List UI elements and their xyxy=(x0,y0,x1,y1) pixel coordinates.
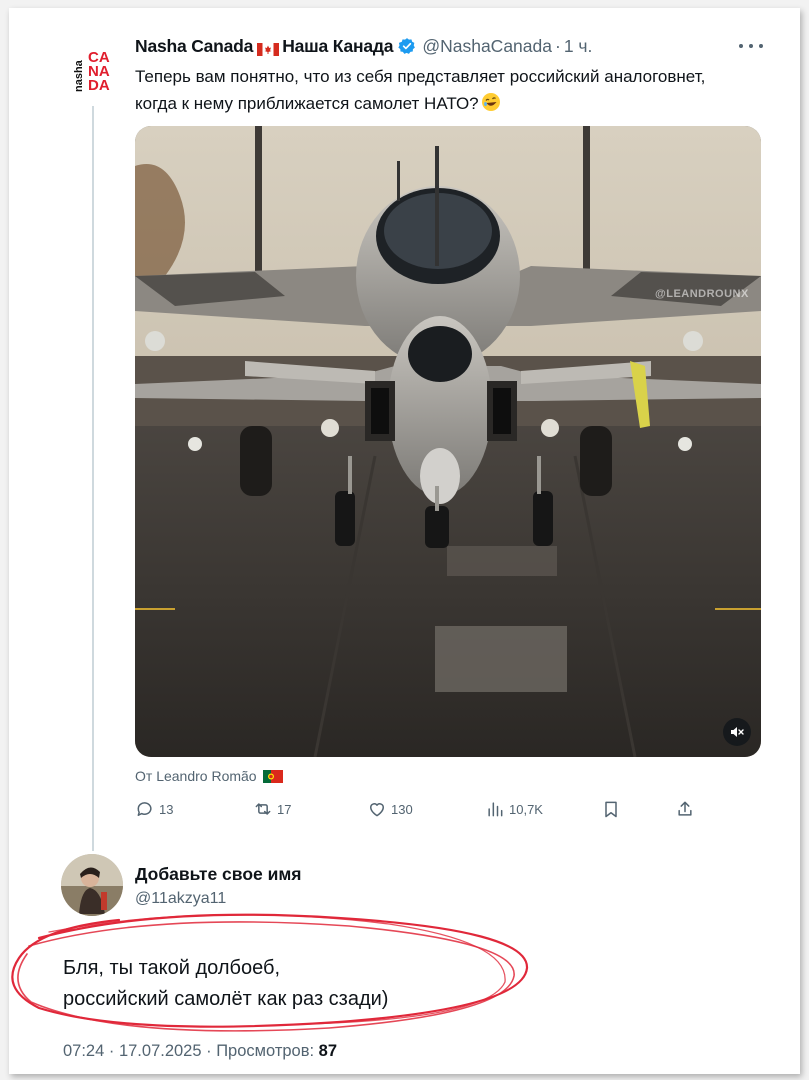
reply-line-1: Бля, ты такой долбоеб, xyxy=(63,957,281,979)
nasha-canada-avatar[interactable]: nasha CA NA DA xyxy=(70,46,124,98)
reply-count: 13 xyxy=(159,801,174,817)
canada-flag-icon xyxy=(257,40,280,56)
repost-count: 17 xyxy=(277,801,292,817)
reply-text: Бля, ты такой долбоеб, российский самолё… xyxy=(63,953,388,1015)
repost-arrows-icon xyxy=(255,803,271,815)
tweet-header: Nasha Canada Наша Канада @NashaCanada · … xyxy=(135,34,592,58)
bookmark-button[interactable] xyxy=(601,796,625,822)
reply-button[interactable]: 13 xyxy=(135,796,173,822)
reply-avatar[interactable] xyxy=(61,854,123,916)
like-button[interactable]: 130 xyxy=(367,796,413,822)
heart-icon xyxy=(370,803,384,817)
tweet-time[interactable]: 1 ч. xyxy=(564,36,593,57)
share-upload-icon xyxy=(678,801,692,816)
bar-chart-icon xyxy=(488,802,503,817)
tweet-body: Теперь вам понятно, что из себя представ… xyxy=(135,67,706,113)
attribution-text[interactable]: От Leandro Romão xyxy=(135,768,257,784)
reply-timestamp[interactable]: 07:24 · 17.07.2025 · Просмотров: xyxy=(63,1042,319,1060)
fighter-jets-image xyxy=(135,126,761,757)
portugal-flag-icon xyxy=(262,769,283,783)
tweet-action-bar: 13 17 130 10,7K xyxy=(135,796,701,822)
muted-speaker-icon[interactable] xyxy=(723,718,751,746)
svg-text:DA: DA xyxy=(88,77,110,94)
media-attribution[interactable]: От Leandro Romão xyxy=(135,768,283,784)
more-dots-icon[interactable] xyxy=(739,38,763,54)
views-count: 10,7K xyxy=(509,801,543,817)
verified-badge-icon xyxy=(398,37,416,55)
tweet-video[interactable]: @LEANDROUNX xyxy=(135,126,761,757)
reply-meta: 07:24 · 17.07.2025 · Просмотров: 87 xyxy=(63,1042,337,1061)
bookmark-icon xyxy=(605,801,617,818)
thread-connector-line xyxy=(92,106,94,851)
author-display-name[interactable]: Nasha Canada xyxy=(135,36,253,57)
rofl-emoji-icon xyxy=(481,92,501,112)
repost-button[interactable]: 17 xyxy=(253,796,291,822)
reply-views-count: 87 xyxy=(318,1042,338,1060)
like-count: 130 xyxy=(391,801,413,817)
author-display-name-ru[interactable]: Наша Канада xyxy=(282,36,393,57)
reply-display-name[interactable]: Добавьте свое имя xyxy=(135,864,302,885)
author-handle[interactable]: @NashaCanada xyxy=(422,36,552,57)
screenshot-sheet: nasha CA NA DA Nasha Canada Наша Канада … xyxy=(9,8,800,1074)
reply-bubble-icon xyxy=(137,802,152,816)
tweet-text: Теперь вам понятно, что из себя представ… xyxy=(135,63,735,117)
reply-handle[interactable]: @11akzya11 xyxy=(135,890,226,908)
header-separator: · xyxy=(554,35,561,56)
views-button[interactable]: 10,7K xyxy=(485,796,543,822)
reply-line-2: российский самолёт как раз сзади) xyxy=(63,988,389,1010)
media-watermark: @LEANDROUNX xyxy=(655,288,749,300)
svg-text:nasha: nasha xyxy=(73,59,85,92)
share-button[interactable] xyxy=(675,796,699,822)
